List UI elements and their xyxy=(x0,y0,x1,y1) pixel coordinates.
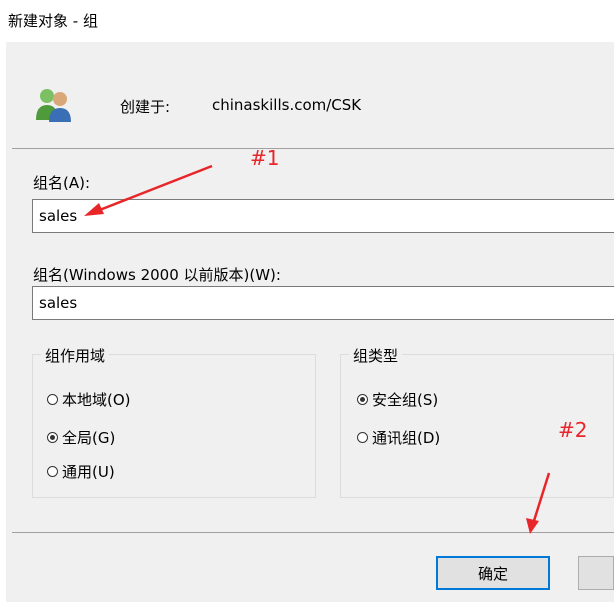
group-scope-box: 组作用域 本地域(O) 全局(G) 通用(U) xyxy=(32,345,316,498)
radio-unchecked-icon xyxy=(357,432,368,443)
separator xyxy=(12,148,614,149)
new-group-dialog: 创建于: chinaskills.com/CSK 组名(A): 组名(Windo… xyxy=(6,42,614,602)
scope-universal-label: 通用(U) xyxy=(62,463,115,481)
group-icon xyxy=(34,86,74,122)
type-security-label: 安全组(S) xyxy=(372,391,439,409)
created-in-label: 创建于: xyxy=(120,98,171,116)
radio-unchecked-icon xyxy=(47,466,58,477)
separator xyxy=(12,532,614,533)
group-name-legacy-input[interactable] xyxy=(32,286,614,320)
radio-checked-icon xyxy=(357,394,368,405)
radio-unchecked-icon xyxy=(47,394,58,405)
window-title: 新建对象 - 组 xyxy=(8,12,98,30)
type-distribution-radio[interactable]: 通讯组(D) xyxy=(357,427,440,448)
radio-checked-icon xyxy=(47,432,58,443)
created-in-value: chinaskills.com/CSK xyxy=(212,96,362,114)
scope-universal-radio[interactable]: 通用(U) xyxy=(47,461,115,482)
annotation-2: #2 xyxy=(558,418,588,442)
group-scope-title: 组作用域 xyxy=(41,345,110,366)
title-bar: 新建对象 - 组 xyxy=(0,0,614,42)
type-distribution-label: 通讯组(D) xyxy=(372,429,441,447)
scope-global-label: 全局(G) xyxy=(62,429,116,447)
group-name-label: 组名(A): xyxy=(33,174,91,192)
scope-global-radio[interactable]: 全局(G) xyxy=(47,427,115,448)
group-type-title: 组类型 xyxy=(349,345,403,366)
scope-domain-local-label: 本地域(O) xyxy=(62,391,131,409)
annotation-1: #1 xyxy=(250,146,280,170)
group-name-legacy-label: 组名(Windows 2000 以前版本)(W): xyxy=(33,266,281,284)
group-name-input[interactable] xyxy=(32,199,614,233)
ok-button[interactable]: 确定 xyxy=(436,556,550,590)
scope-domain-local-radio[interactable]: 本地域(O) xyxy=(47,389,131,410)
cancel-button[interactable] xyxy=(578,556,614,590)
type-security-radio[interactable]: 安全组(S) xyxy=(357,389,438,410)
